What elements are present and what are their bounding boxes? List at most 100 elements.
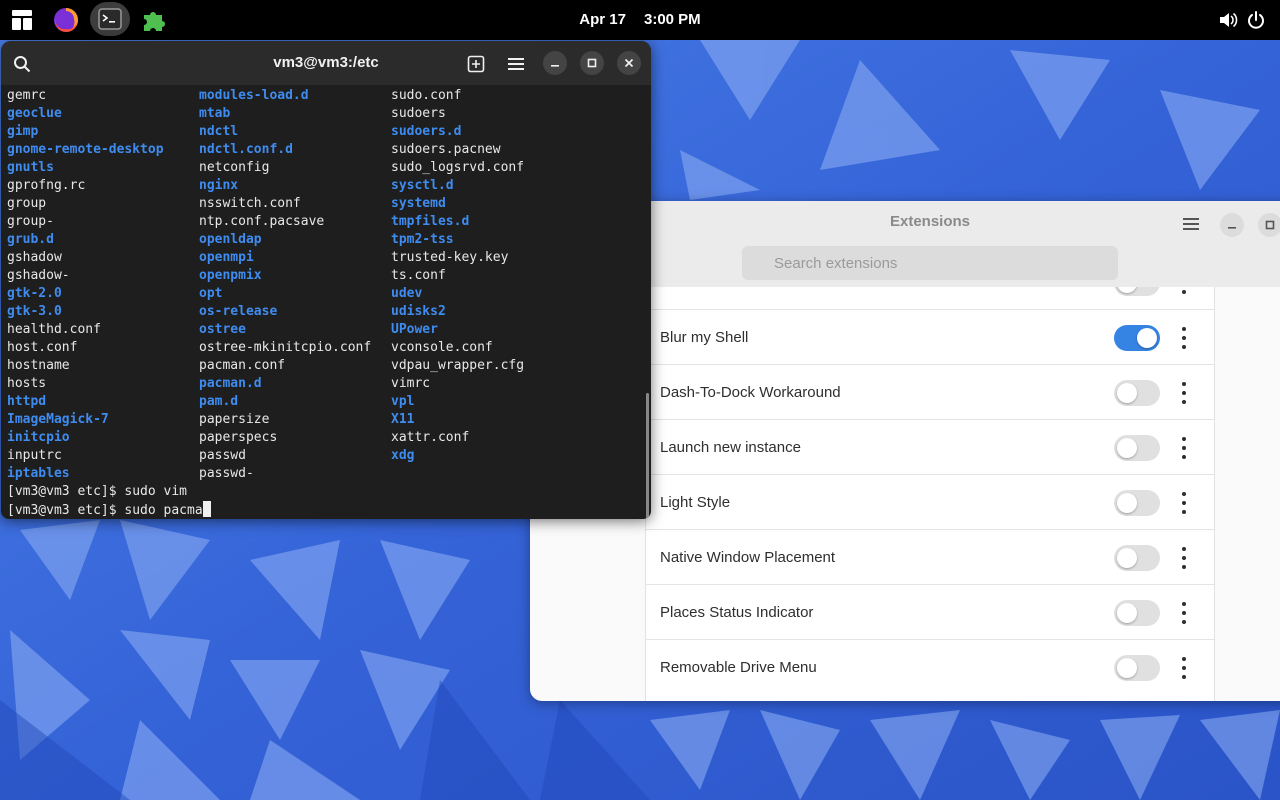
- clock[interactable]: Apr 17 3:00 PM: [0, 0, 1280, 40]
- ls-directory-entry: gnutls: [7, 160, 54, 175]
- kebab-dot: [1182, 400, 1186, 404]
- more-options-icon[interactable]: [1174, 602, 1194, 624]
- ls-directory-entry: sysctl.d: [391, 178, 454, 193]
- kebab-dot: [1182, 437, 1186, 441]
- more-options-icon[interactable]: [1174, 547, 1194, 569]
- maximize-button[interactable]: [580, 51, 604, 75]
- extension-row: Native Window Placement: [646, 529, 1214, 584]
- ls-directory-entry: UPower: [391, 322, 438, 337]
- ls-column-1: gemrc geoclue gimp gnome-remote-desktop gnut…: [7, 87, 164, 483]
- terminal-window[interactable]: vm3@vm3:/etc gemrc geoclue gimp gnome-re…: [1, 41, 651, 519]
- ls-column-2: modules-load.d mtab ndctl ndctl.conf.d netco…: [199, 87, 371, 483]
- ls-file-entry: vdpau_wrapper.cfg: [391, 358, 525, 373]
- ls-file-entry: ntp.conf.pacsave: [199, 214, 325, 229]
- activities-grid-icon[interactable]: [6, 4, 38, 36]
- kebab-dot: [1182, 446, 1186, 450]
- text-cursor: [202, 501, 211, 517]
- kebab-dot: [1182, 345, 1186, 349]
- search-extensions-input[interactable]: [742, 246, 1118, 280]
- extension-toggle[interactable]: [1114, 435, 1160, 461]
- extension-name: Launch new instance: [660, 439, 801, 456]
- extension-toggle[interactable]: [1114, 600, 1160, 626]
- ls-file-entry: nsswitch.conf: [199, 196, 301, 211]
- kebab-dot: [1182, 620, 1186, 624]
- extension-toggle[interactable]: [1114, 380, 1160, 406]
- firefox-icon[interactable]: [50, 4, 82, 36]
- ls-file-entry: hosts: [7, 376, 47, 391]
- more-options-icon[interactable]: [1174, 327, 1194, 349]
- extensions-puzzle-icon[interactable]: [138, 4, 170, 36]
- ls-directory-entry: vpl: [391, 394, 415, 409]
- ls-directory-entry: gnome-remote-desktop: [7, 142, 164, 157]
- maximize-button[interactable]: [1258, 213, 1280, 237]
- extensions-list: Blur my Shell Dash-To-Dock Workaround Laun…: [645, 287, 1215, 701]
- ls-directory-entry: ndctl.conf.d: [199, 142, 293, 157]
- extension-toggle[interactable]: [1114, 655, 1160, 681]
- ls-directory-entry: gimp: [7, 124, 39, 139]
- ls-file-entry: passwd-: [199, 466, 254, 481]
- search-icon[interactable]: [11, 53, 33, 75]
- extension-name: Removable Drive Menu: [660, 659, 817, 676]
- ls-directory-entry: sudoers.d: [391, 124, 462, 139]
- extension-toggle[interactable]: [1114, 325, 1160, 351]
- ls-directory-entry: httpd: [7, 394, 47, 409]
- close-button[interactable]: [617, 51, 641, 75]
- minimize-button[interactable]: [543, 51, 567, 75]
- kebab-dot: [1182, 382, 1186, 386]
- ls-file-entry: ts.conf: [391, 268, 446, 283]
- ls-directory-entry: grub.d: [7, 232, 54, 247]
- ls-file-entry: gshadow-: [7, 268, 70, 283]
- terminal-output[interactable]: gemrc geoclue gimp gnome-remote-desktop gnut…: [7, 87, 647, 519]
- ls-directory-entry: tmpfiles.d: [391, 214, 470, 229]
- minimize-icon: [1228, 227, 1236, 229]
- more-options-icon[interactable]: [1174, 492, 1194, 514]
- more-options-icon[interactable]: [1174, 437, 1194, 459]
- kebab-dot: [1182, 611, 1186, 615]
- extension-toggle[interactable]: [1114, 287, 1160, 296]
- ls-directory-entry: tpm2-tss: [391, 232, 454, 247]
- extension-toggle[interactable]: [1114, 490, 1160, 516]
- prompt-line-current[interactable]: [vm3@vm3 etc]$ sudo pacma: [7, 501, 211, 519]
- ls-file-entry: healthd.conf: [7, 322, 101, 337]
- ls-file-entry: sudoers.pacnew: [391, 142, 501, 157]
- menu-icon[interactable]: [505, 53, 527, 75]
- prompt-line-text: [vm3@vm3 etc]$ sudo pacma: [7, 503, 203, 518]
- extension-toggle[interactable]: [1114, 545, 1160, 571]
- date-label: Apr 17: [579, 11, 626, 28]
- minimize-button[interactable]: [1220, 213, 1244, 237]
- toggle-knob: [1117, 493, 1137, 513]
- ls-file-entry: host.conf: [7, 340, 78, 355]
- kebab-dot: [1182, 675, 1186, 679]
- ls-file-entry: gshadow: [7, 250, 62, 265]
- ls-directory-entry: udev: [391, 286, 423, 301]
- ls-file-entry: paperspecs: [199, 430, 278, 445]
- extension-row: Blur my Shell: [646, 309, 1214, 364]
- prompt-line: [vm3@vm3 etc]$ sudo vim: [7, 484, 188, 499]
- menu-icon[interactable]: [1182, 216, 1200, 236]
- volume-icon[interactable]: [1218, 10, 1238, 30]
- time-label: 3:00 PM: [643, 11, 701, 28]
- ls-file-entry: gprofng.rc: [7, 178, 86, 193]
- toggle-knob: [1117, 438, 1137, 458]
- more-options-icon[interactable]: [1174, 287, 1194, 294]
- extension-row: Places Status Indicator: [646, 584, 1214, 639]
- ls-file-entry: gemrc: [7, 88, 47, 103]
- extension-row: Removable Drive Menu: [646, 639, 1214, 694]
- ls-directory-entry: gtk-2.0: [7, 286, 62, 301]
- ls-file-entry: vconsole.conf: [391, 340, 493, 355]
- close-icon: [624, 58, 634, 68]
- terminal-scrollbar[interactable]: [646, 393, 649, 519]
- ls-directory-entry: mtab: [199, 106, 231, 121]
- more-options-icon[interactable]: [1174, 657, 1194, 679]
- ls-file-entry: sudoers: [391, 106, 446, 121]
- toggle-knob: [1117, 658, 1137, 678]
- ls-directory-entry: opt: [199, 286, 223, 301]
- toggle-knob: [1117, 603, 1137, 623]
- more-options-icon[interactable]: [1174, 382, 1194, 404]
- ls-directory-entry: udisks2: [391, 304, 446, 319]
- terminal-app-icon[interactable]: [90, 2, 130, 36]
- ls-file-entry: netconfig: [199, 160, 270, 175]
- ls-directory-entry: xdg: [391, 448, 415, 463]
- new-tab-icon[interactable]: [465, 53, 487, 75]
- power-icon[interactable]: [1246, 10, 1266, 30]
